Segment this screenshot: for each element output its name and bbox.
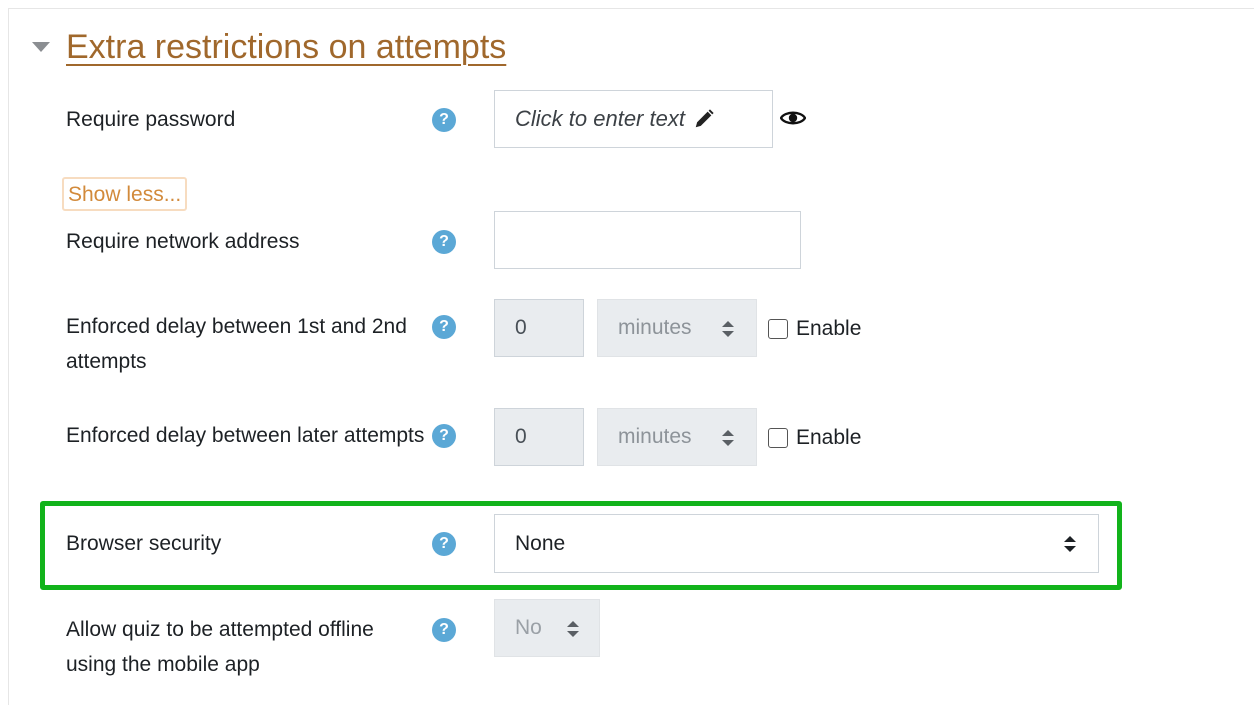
form-frame-left-border [8,8,9,705]
delay-later-enable-label[interactable]: Enable [796,423,861,453]
question-circle-icon[interactable]: ? [432,618,456,642]
delay-first-enable-checkbox[interactable] [768,319,788,339]
delay-later-label: Enforced delay between later attempts [66,424,425,447]
delay-first-label: Enforced delay between 1st and 2nd attem… [66,315,407,373]
delay-first-value-input[interactable]: 0 [494,299,584,357]
delay-first-unit-value: minutes [618,316,692,339]
browser-security-label: Browser security [66,532,222,555]
network-address-label: Require network address [66,230,300,253]
require-password-label: Require password [66,108,236,131]
delay-later-enable-checkbox[interactable] [768,428,788,448]
browser-security-select[interactable]: None [494,514,1099,573]
pencil-icon [695,109,714,128]
question-circle-icon[interactable]: ? [432,230,456,254]
sort-updown-icon [1064,536,1076,552]
offline-attempt-select[interactable]: No [494,599,600,657]
question-circle-icon[interactable]: ? [432,108,456,132]
delay-later-value-input[interactable]: 0 [494,408,584,466]
sort-updown-icon [722,321,734,337]
eye-icon[interactable] [780,108,806,128]
offline-attempt-selected-value: No [515,616,542,639]
form-frame-top-border [8,8,1254,9]
sort-updown-icon [567,621,579,637]
delay-later-unit-select[interactable]: minutes [597,408,757,466]
question-circle-icon[interactable]: ? [432,424,456,448]
offline-attempt-label: Allow quiz to be attempted offline using… [66,618,374,676]
question-circle-icon[interactable]: ? [432,532,456,556]
sort-updown-icon [722,430,734,446]
caret-down-icon[interactable] [32,42,50,52]
question-circle-icon[interactable]: ? [432,315,456,339]
network-address-input[interactable] [494,211,801,269]
require-password-inplace-editable[interactable]: Click to enter text [494,90,773,148]
delay-later-unit-value: minutes [618,425,692,448]
delay-first-unit-select[interactable]: minutes [597,299,757,357]
delay-first-enable-label[interactable]: Enable [796,314,861,344]
section-title[interactable]: Extra restrictions on attempts [66,28,506,67]
show-less-link[interactable]: Show less... [62,177,188,211]
inplace-placeholder-text: Click to enter text [515,106,685,131]
browser-security-selected-value: None [515,532,566,555]
